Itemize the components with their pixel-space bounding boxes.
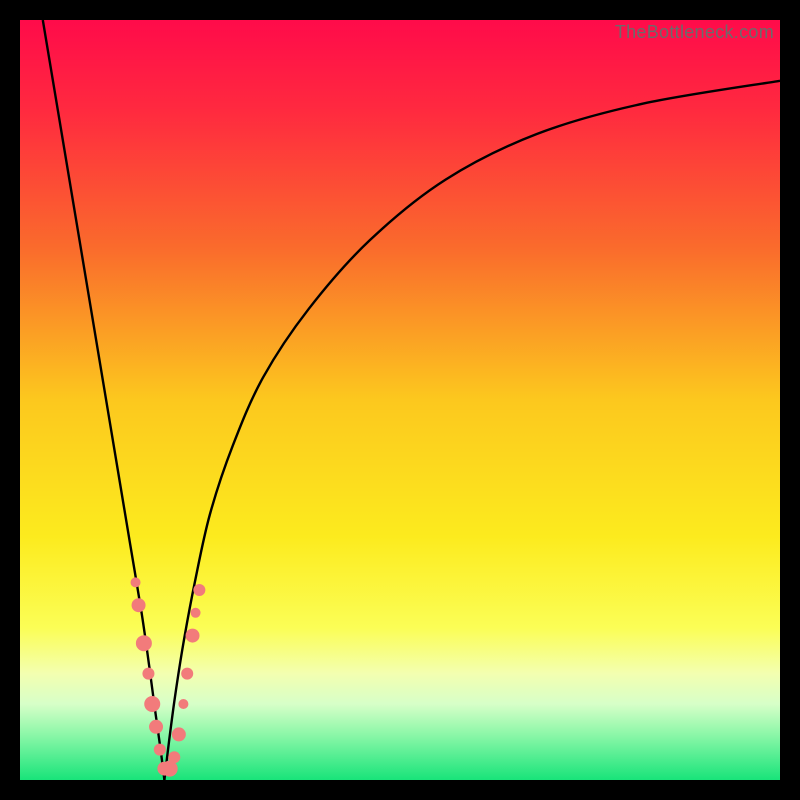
highlight-dot bbox=[144, 696, 160, 712]
highlight-dot bbox=[131, 577, 141, 587]
chart-frame: TheBottleneck.com bbox=[20, 20, 780, 780]
highlight-dot bbox=[186, 629, 200, 643]
highlight-dot bbox=[142, 668, 154, 680]
highlight-dot bbox=[132, 598, 146, 612]
highlight-dot bbox=[136, 635, 152, 651]
highlight-dot bbox=[149, 720, 163, 734]
highlight-dot bbox=[193, 584, 205, 596]
highlight-dot bbox=[168, 751, 180, 763]
highlight-dot bbox=[154, 744, 166, 756]
highlight-dot bbox=[191, 608, 201, 618]
bottleneck-chart bbox=[20, 20, 780, 780]
highlight-dot bbox=[181, 668, 193, 680]
highlight-dot bbox=[172, 727, 186, 741]
highlight-dot bbox=[178, 699, 188, 709]
chart-background bbox=[20, 20, 780, 780]
watermark-text: TheBottleneck.com bbox=[615, 22, 774, 43]
